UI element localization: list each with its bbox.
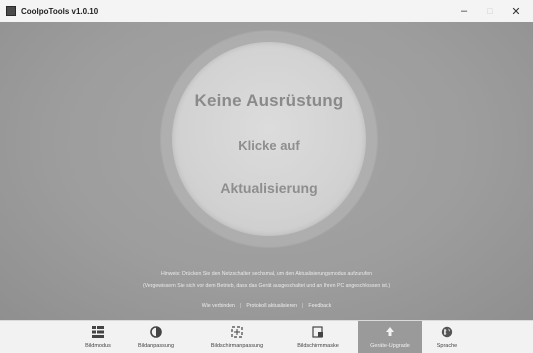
click-on-text: Klicke auf: [238, 138, 300, 153]
window-controls: – □ ✕: [451, 0, 529, 22]
screen-adjust-icon: [231, 325, 243, 339]
hint-text: Hinweis: Drücken Sie den Netzschalter se…: [160, 271, 373, 277]
globe-icon: [441, 325, 453, 339]
feedback-link[interactable]: Feedback: [308, 303, 331, 309]
help-links: Wie verbinden | Protokoll aktualisieren | Fe…: [0, 303, 533, 309]
how-to-connect-link[interactable]: Wie verbinden: [202, 303, 235, 309]
nav-item-bildmodus[interactable]: Bildmodus: [72, 321, 124, 353]
screen-mask-icon: [312, 325, 324, 339]
grid-icon: [92, 325, 104, 339]
update-text[interactable]: Aktualisierung: [161, 180, 377, 196]
maximize-button[interactable]: □: [477, 0, 503, 22]
nav-item-bildschirmmaske[interactable]: Bildschirmmaske: [286, 321, 350, 353]
title-bar: CoolpoTools v1.0.10 – □ ✕: [0, 0, 533, 23]
nav-item-sprache[interactable]: Sprache: [424, 321, 470, 353]
nav-label: Bildmodus: [85, 343, 111, 349]
hint-note-text: (Vergewissern Sie sich vor dem Betrieb, …: [142, 283, 391, 289]
nav-item-bildanpassung[interactable]: Bildanpassung: [124, 321, 188, 353]
link-separator: |: [302, 303, 304, 309]
nav-label: Bildschirmanpassung: [210, 343, 264, 349]
main-panel: Keine Ausrüstung Klicke auf Aktualisieru…: [0, 22, 533, 320]
nav-label: Sprache: [436, 343, 458, 349]
adjust-icon: [150, 325, 162, 339]
window-title: CoolpoTools v1.0.10: [21, 6, 99, 16]
nav-label: Bildschirmmaske: [297, 343, 339, 349]
no-device-text: Keine Ausrüstung: [194, 91, 344, 110]
nav-label: Bildanpassung: [137, 343, 175, 349]
update-protocol-link[interactable]: Protokoll aktualisieren: [246, 303, 297, 309]
link-separator: |: [239, 303, 242, 309]
app-icon: [6, 6, 16, 16]
close-button[interactable]: ✕: [503, 0, 529, 22]
minimize-button[interactable]: –: [451, 0, 477, 22]
nav-item-geraete-upgrade[interactable]: Geräte-Upgrade: [358, 321, 422, 353]
upload-icon: [385, 325, 395, 339]
nav-label: Geräte-Upgrade: [370, 343, 410, 349]
bottom-nav: Bildmodus Bildanpassung Bildschirmanpass…: [0, 320, 533, 353]
nav-item-bildschirmanpassung[interactable]: Bildschirmanpassung: [196, 321, 278, 353]
